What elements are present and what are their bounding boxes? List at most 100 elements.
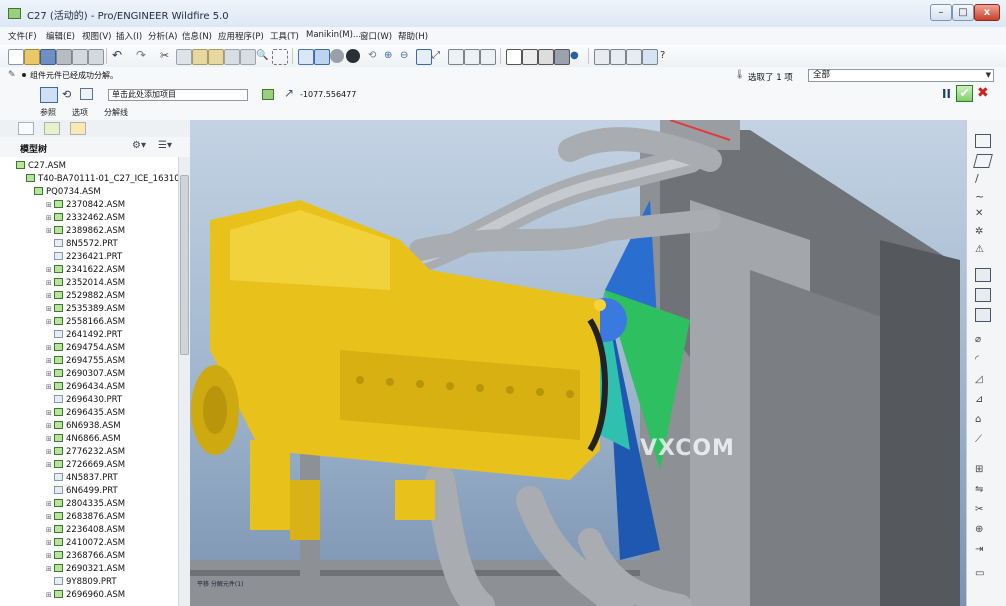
tab-explode-lines[interactable]: 分解线: [104, 107, 128, 118]
datum-planes-icon[interactable]: [594, 49, 610, 65]
graphics-viewport[interactable]: VXCOM: [190, 120, 966, 606]
appearance-icon[interactable]: [346, 49, 360, 63]
merge-tool-icon[interactable]: ⊕: [975, 524, 989, 536]
saved-views-icon[interactable]: [448, 49, 464, 65]
tree-node[interactable]: 6N6499.PRT: [46, 485, 118, 498]
layers-icon[interactable]: [464, 49, 480, 65]
tree-node[interactable]: ⊞ 2535389.ASM: [46, 303, 125, 316]
minimize-button[interactable]: –: [930, 4, 952, 21]
email-icon[interactable]: [72, 49, 88, 65]
component-icon[interactable]: [262, 89, 274, 100]
tab-references[interactable]: 参照: [40, 107, 56, 118]
expand-icon[interactable]: ⊞: [46, 498, 54, 510]
print-icon[interactable]: [56, 49, 72, 65]
expand-icon[interactable]: ⊞: [46, 524, 54, 536]
datum-display-icon[interactable]: ●: [570, 49, 584, 63]
datum-curve-tool-icon[interactable]: ~: [975, 190, 989, 203]
expand-icon[interactable]: ⊞: [46, 407, 54, 419]
tree-node[interactable]: ⊞ 2696435.ASM: [46, 407, 125, 420]
tree-node[interactable]: 2696430.PRT: [46, 394, 122, 407]
expand-icon[interactable]: ⊞: [46, 537, 54, 549]
tree-node[interactable]: 9Y8809.PRT: [46, 576, 117, 589]
expand-icon[interactable]: ⊞: [46, 550, 54, 562]
mirror-tool-icon[interactable]: ⇋: [975, 484, 989, 496]
tree-node[interactable]: 2236421.PRT: [46, 251, 122, 264]
expand-icon[interactable]: ⊞: [46, 212, 54, 224]
context-help-icon[interactable]: ?: [660, 49, 674, 63]
tree-settings-button[interactable]: ⚙▾: [132, 140, 146, 151]
tree-node[interactable]: ⊞ 2389862.ASM: [46, 225, 125, 238]
tree-node[interactable]: ⊞ 6N6938.ASM: [46, 420, 121, 433]
tree-node[interactable]: T40-BA70111-01_C27_ICE_163100: [26, 173, 178, 186]
menu-insert[interactable]: 插入(I): [116, 30, 142, 42]
tree-node[interactable]: 8N5572.PRT: [46, 238, 118, 251]
tree-node[interactable]: ⊞ 2558166.ASM: [46, 316, 125, 329]
expand-icon[interactable]: ⊞: [46, 264, 54, 276]
chamfer-tool-icon[interactable]: ◿: [975, 374, 989, 386]
expand-icon[interactable]: ⊞: [46, 459, 54, 471]
coord-sys-icon[interactable]: [642, 49, 658, 65]
datum-axis-tool-icon[interactable]: /: [975, 172, 989, 185]
expand-icon[interactable]: ⊞: [46, 225, 54, 237]
trim-tool-icon[interactable]: ✂: [975, 504, 989, 516]
pattern-tool-icon[interactable]: ⊞: [975, 464, 989, 476]
tree-node[interactable]: ⊞ 2341622.ASM: [46, 264, 125, 277]
datum-surface-tool-icon[interactable]: [973, 154, 993, 168]
tree-node[interactable]: 2641492.PRT: [46, 329, 122, 342]
tree-node[interactable]: ⊞ 2726669.ASM: [46, 459, 125, 472]
menu-tools[interactable]: 工具(T): [270, 30, 299, 42]
tree-node[interactable]: ⊞ 2352014.ASM: [46, 277, 125, 290]
tree-node[interactable]: ⊞ 2776232.ASM: [46, 446, 125, 459]
close-window-button[interactable]: x: [974, 4, 1000, 21]
tree-node[interactable]: ⊞ 2332462.ASM: [46, 212, 125, 225]
maximize-button[interactable]: □: [952, 4, 974, 21]
pause-button[interactable]: II: [942, 87, 951, 101]
component-assemble-icon[interactable]: [975, 268, 991, 282]
tree-scrollbar-thumb[interactable]: [180, 175, 189, 355]
tree-node[interactable]: ⊞ 2683876.ASM: [46, 511, 125, 524]
component-package-icon[interactable]: [975, 308, 991, 322]
hole-tool-icon[interactable]: ⌀: [975, 334, 989, 346]
paste-icon[interactable]: [192, 49, 208, 65]
expand-icon[interactable]: ⊞: [46, 420, 54, 432]
round-tool-icon[interactable]: ◜: [975, 354, 989, 366]
expand-icon[interactable]: ⊞: [46, 511, 54, 523]
menu-view[interactable]: 视图(V): [82, 30, 111, 42]
tree-node[interactable]: ⊞ 2804335.ASM: [46, 498, 125, 511]
undo-icon[interactable]: ↶: [112, 49, 126, 63]
redo-icon[interactable]: ↷: [136, 49, 150, 63]
menu-edit[interactable]: 编辑(E): [46, 30, 75, 42]
datum-plane-tool-icon[interactable]: [975, 134, 991, 148]
rib-tool-icon[interactable]: ⟋: [975, 434, 989, 446]
menu-window[interactable]: 窗口(W): [360, 30, 392, 42]
tab-folder-browser[interactable]: [44, 122, 60, 135]
no-hidden-icon[interactable]: [538, 49, 554, 65]
tree-node[interactable]: C27.ASM: [16, 160, 66, 173]
menu-applications[interactable]: 应用程序(P): [218, 30, 264, 42]
draft-tool-icon[interactable]: ⊿: [975, 394, 989, 406]
expand-icon[interactable]: ⊞: [46, 381, 54, 393]
copy-icon[interactable]: [176, 49, 192, 65]
rotate-mode-icon[interactable]: ⟲: [62, 88, 71, 101]
expand-icon[interactable]: ⊞: [46, 563, 54, 575]
coord-system-tool-icon[interactable]: ✲: [975, 226, 989, 238]
tree-node[interactable]: ⊞ 2690307.ASM: [46, 368, 125, 381]
menu-info[interactable]: 信息(N): [182, 30, 212, 42]
tree-node[interactable]: ⊞ 2529882.ASM: [46, 290, 125, 303]
ok-checkmark-button[interactable]: ✔: [956, 85, 973, 102]
menu-manikin[interactable]: Manikin(M)...: [306, 30, 361, 40]
datum-point-tool-icon[interactable]: ✕: [975, 208, 989, 220]
tree-node[interactable]: ⊞ 2368766.ASM: [46, 550, 125, 563]
repaint-icon[interactable]: [298, 49, 314, 65]
expand-icon[interactable]: ⊞: [46, 199, 54, 211]
select-box-icon[interactable]: [272, 49, 288, 65]
extend-tool-icon[interactable]: ⇥: [975, 544, 989, 556]
view-plane-icon[interactable]: [80, 88, 93, 100]
zoom-in-icon[interactable]: ⊕: [384, 49, 398, 63]
save-icon[interactable]: [40, 49, 56, 65]
view-manager-2-icon[interactable]: [480, 49, 496, 65]
hidden-line-icon[interactable]: [522, 49, 538, 65]
open-folder-icon[interactable]: [24, 49, 40, 65]
tab-favorites[interactable]: [70, 122, 86, 135]
tree-node[interactable]: ⊞ 2694754.ASM: [46, 342, 125, 355]
